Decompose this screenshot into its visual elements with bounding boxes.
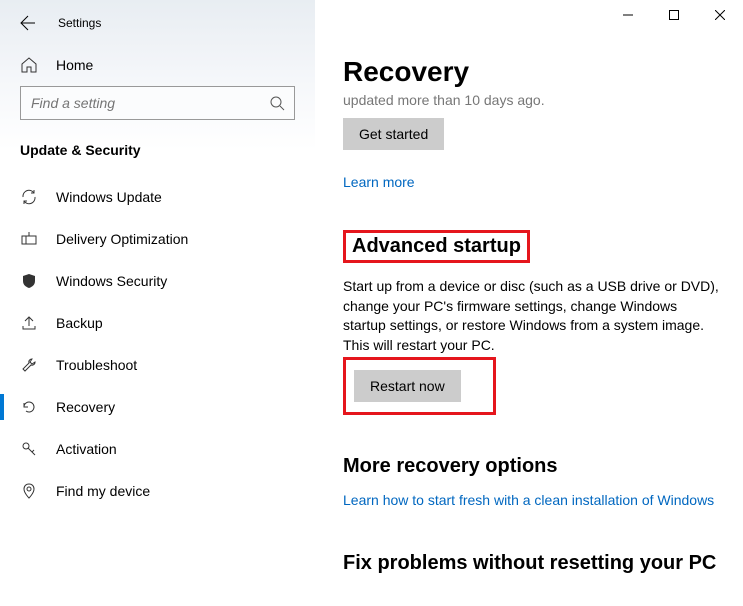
- titlebar-left: Settings: [0, 0, 315, 46]
- page-title: Recovery: [343, 56, 719, 88]
- sidebar-item-label: Find my device: [56, 483, 150, 499]
- advanced-startup-heading: Advanced startup: [352, 235, 521, 258]
- sidebar-item-delivery-optimization[interactable]: Delivery Optimization: [0, 218, 315, 260]
- wrench-icon: [20, 356, 38, 374]
- sidebar-item-label: Delivery Optimization: [56, 231, 188, 247]
- minimize-button[interactable]: [605, 0, 651, 30]
- sidebar-item-find-my-device[interactable]: Find my device: [0, 470, 315, 512]
- settings-window: Settings Home Update & Security Windows …: [0, 0, 743, 606]
- sidebar-item-label: Activation: [56, 441, 117, 457]
- learn-more-link[interactable]: Learn more: [343, 174, 415, 190]
- sidebar-item-label: Recovery: [56, 399, 115, 415]
- sidebar-nav: Windows Update Delivery Optimization Win…: [0, 176, 315, 606]
- sidebar-item-windows-security[interactable]: Windows Security: [0, 260, 315, 302]
- key-icon: [20, 440, 38, 458]
- highlight-restart-now: Restart now: [343, 357, 496, 415]
- content-area: Recovery updated more than 10 days ago. …: [315, 0, 743, 606]
- search-input[interactable]: [20, 86, 295, 120]
- sidebar: Settings Home Update & Security Windows …: [0, 0, 315, 606]
- sidebar-item-activation[interactable]: Activation: [0, 428, 315, 470]
- home-icon: [20, 56, 38, 74]
- home-nav[interactable]: Home: [0, 46, 315, 84]
- maximize-button[interactable]: [651, 0, 697, 30]
- main-panel: Recovery updated more than 10 days ago. …: [315, 0, 743, 606]
- delivery-icon: [20, 230, 38, 248]
- sidebar-item-label: Windows Security: [56, 273, 167, 289]
- backup-icon: [20, 314, 38, 332]
- sync-icon: [20, 188, 38, 206]
- truncated-text: updated more than 10 days ago.: [343, 92, 719, 108]
- get-started-button[interactable]: Get started: [343, 118, 444, 150]
- advanced-startup-body: Start up from a device or disc (such as …: [343, 277, 719, 355]
- shield-icon: [20, 272, 38, 290]
- minimize-icon: [623, 10, 633, 20]
- home-label: Home: [56, 57, 93, 73]
- more-recovery-heading: More recovery options: [343, 455, 719, 478]
- restart-now-button[interactable]: Restart now: [354, 370, 461, 402]
- fresh-install-link[interactable]: Learn how to start fresh with a clean in…: [343, 492, 714, 508]
- sidebar-item-label: Windows Update: [56, 189, 162, 205]
- highlight-advanced-startup: Advanced startup: [343, 230, 530, 263]
- sidebar-item-label: Troubleshoot: [56, 357, 137, 373]
- sidebar-item-recovery[interactable]: Recovery: [0, 386, 315, 428]
- fix-problems-heading: Fix problems without resetting your PC: [343, 552, 719, 575]
- window-controls: [605, 0, 743, 30]
- search-icon: [269, 95, 285, 111]
- close-icon: [715, 10, 725, 20]
- close-button[interactable]: [697, 0, 743, 30]
- sidebar-item-troubleshoot[interactable]: Troubleshoot: [0, 344, 315, 386]
- sidebar-item-backup[interactable]: Backup: [0, 302, 315, 344]
- maximize-icon: [669, 10, 679, 20]
- app-title: Settings: [58, 16, 101, 30]
- back-arrow-icon: [20, 15, 36, 31]
- back-button[interactable]: [18, 13, 38, 33]
- search-container: [0, 84, 315, 134]
- location-icon: [20, 482, 38, 500]
- sidebar-item-windows-update[interactable]: Windows Update: [0, 176, 315, 218]
- category-header: Update & Security: [0, 134, 315, 176]
- recovery-icon: [20, 398, 38, 416]
- sidebar-item-label: Backup: [56, 315, 103, 331]
